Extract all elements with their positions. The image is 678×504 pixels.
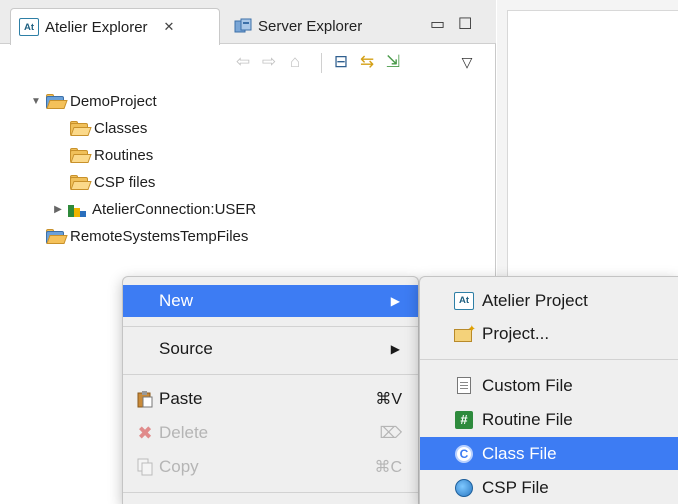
submenu-arrow-icon: ▶ <box>390 342 400 356</box>
submenu-item-atelier-project[interactable]: At Atelier Project <box>420 284 678 317</box>
tree-item-routines[interactable]: Routines <box>70 142 153 168</box>
tab-atelier-explorer[interactable]: At Atelier Explorer ✕ <box>10 8 220 45</box>
tab-server-explorer[interactable]: Server Explorer <box>226 8 414 44</box>
submenu-item-csp-file[interactable]: CSP File <box>420 471 678 504</box>
tree-item-label: RemoteSystemsTempFiles <box>70 227 249 245</box>
menu-item-source[interactable]: Source ▶ <box>123 333 418 365</box>
tree-item-remote-systems[interactable]: RemoteSystemsTempFiles <box>46 223 248 249</box>
view-toolbar: ⇦ ⇨ ⌂ ⊟ ⇆ ⇲ ▽ <box>0 45 496 79</box>
minimize-icon[interactable]: ▭ <box>430 14 445 34</box>
menu-item-copy[interactable]: Copy ⌘C <box>123 451 418 483</box>
copy-icon <box>135 457 155 477</box>
document-icon <box>454 376 474 396</box>
folder-icon <box>70 147 92 163</box>
menu-item-new[interactable]: New ▶ <box>123 285 418 317</box>
menu-separator <box>123 374 418 375</box>
tree-item-atelier-connection[interactable]: ▶ AtelierConnection:USER <box>52 196 256 222</box>
submenu-item-class-file[interactable]: C Class File <box>420 437 678 470</box>
forward-icon[interactable]: ⇨ <box>258 51 280 73</box>
submenu-arrow-icon: ▶ <box>390 294 400 308</box>
view-tab-bar: At Atelier Explorer ✕ Server Explorer ▭ … <box>0 0 496 45</box>
tree-item-classes[interactable]: Classes <box>70 115 147 141</box>
routine-file-icon: # <box>454 410 474 430</box>
menu-item-paste[interactable]: Paste ⌘V <box>123 383 418 415</box>
menu-separator <box>123 492 418 493</box>
tree-item-label: DemoProject <box>70 92 157 110</box>
server-connection-icon <box>68 201 88 217</box>
collapse-all-icon[interactable]: ⊟ <box>330 51 352 73</box>
atelier-icon: At <box>19 18 39 36</box>
context-menu: New ▶ Source ▶ Paste ⌘V ✖ Delete ⌦ Copy … <box>122 276 419 504</box>
import-icon[interactable]: ⇲ <box>382 51 404 73</box>
delete-icon: ✖ <box>137 422 153 443</box>
folder-icon <box>70 120 92 136</box>
home-icon[interactable]: ⌂ <box>284 51 306 73</box>
toolbar-separator <box>321 53 322 73</box>
project-folder-icon <box>46 228 68 244</box>
class-file-icon: C <box>454 444 474 464</box>
maximize-icon[interactable]: ☐ <box>458 14 472 34</box>
folder-icon <box>70 174 92 190</box>
view-menu-icon[interactable]: ▽ <box>456 51 478 73</box>
tree-item-label: Routines <box>94 146 154 164</box>
project-folder-icon <box>46 93 68 109</box>
tree-item-demoproject[interactable]: ▼ DemoProject <box>30 88 157 114</box>
new-project-icon: ✦ <box>454 324 476 344</box>
csp-file-icon <box>454 478 474 498</box>
new-submenu: At Atelier Project ✦ Project... Custom F… <box>419 276 678 504</box>
menu-separator <box>123 326 418 327</box>
tab-label: Server Explorer <box>258 17 363 35</box>
server-explorer-icon <box>234 18 252 34</box>
tree-item-label: AtelierConnection:USER <box>92 200 257 218</box>
atelier-project-icon: At <box>454 291 474 311</box>
menu-item-delete[interactable]: ✖ Delete ⌦ <box>123 417 418 449</box>
expanded-twisty-icon[interactable]: ▼ <box>30 96 42 107</box>
submenu-item-custom-file[interactable]: Custom File <box>420 369 678 402</box>
menu-separator <box>420 359 678 360</box>
close-tab-icon[interactable]: ✕ <box>164 19 175 35</box>
submenu-item-routine-file[interactable]: # Routine File <box>420 403 678 436</box>
submenu-item-project[interactable]: ✦ Project... <box>420 317 678 350</box>
tree-item-label: CSP files <box>94 173 156 191</box>
collapsed-twisty-icon[interactable]: ▶ <box>52 204 64 215</box>
back-icon[interactable]: ⇦ <box>232 51 254 73</box>
tree-item-label: Classes <box>94 119 148 137</box>
link-with-editor-icon[interactable]: ⇆ <box>356 51 378 73</box>
paste-icon <box>135 389 155 409</box>
tree-item-csp-files[interactable]: CSP files <box>70 169 155 195</box>
tab-label: Atelier Explorer <box>45 18 148 36</box>
